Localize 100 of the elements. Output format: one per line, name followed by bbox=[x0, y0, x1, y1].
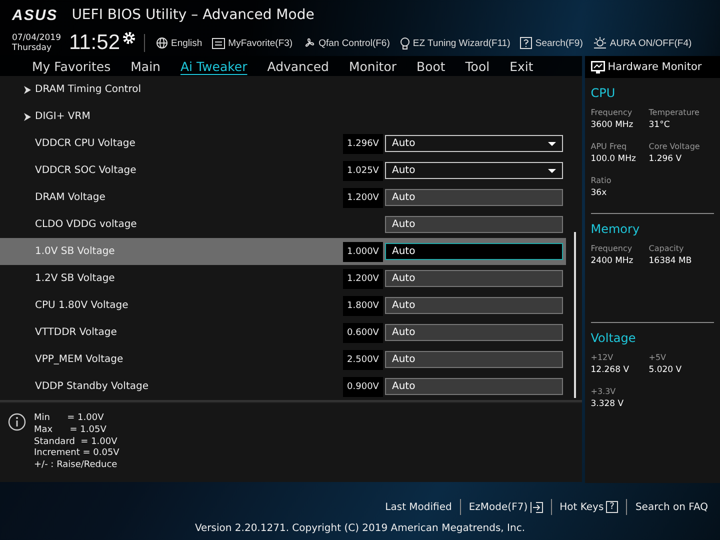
dropdown-field[interactable]: Auto bbox=[385, 135, 563, 152]
help-text: Standard = 1.00V bbox=[34, 436, 118, 448]
section-title: CPU bbox=[590, 86, 616, 100]
list-icon bbox=[212, 38, 226, 48]
window-title: UEFI BIOS Utility – Advanced Mode bbox=[72, 7, 314, 23]
info-icon bbox=[8, 413, 26, 431]
voltage-reading: 1.200V bbox=[343, 268, 383, 288]
toolbar-button[interactable]: MyFavorite(F3) bbox=[207, 38, 298, 48]
input-field[interactable]: Auto bbox=[385, 324, 563, 341]
caret-icon bbox=[548, 168, 556, 172]
metric-value: 5.020 V bbox=[648, 365, 683, 375]
section-title: Voltage bbox=[590, 331, 637, 345]
metric-label: Frequency bbox=[590, 108, 634, 117]
voltage-reading: 1.800V bbox=[343, 296, 383, 316]
chevron-icon bbox=[24, 112, 31, 120]
metric-value: 36x bbox=[590, 188, 608, 198]
toolbar-button[interactable]: English bbox=[151, 37, 208, 49]
input-field[interactable]: Auto bbox=[385, 216, 563, 233]
help-text: Min = 1.00V bbox=[34, 413, 104, 425]
menu-tab[interactable]: Tool bbox=[455, 56, 500, 76]
toolbar-button[interactable]: Qfan Control(F6) bbox=[298, 37, 395, 49]
input-field[interactable]: Auto bbox=[385, 189, 563, 206]
metric-value: 3.328 V bbox=[590, 399, 625, 409]
metric-value: 31°C bbox=[648, 120, 671, 130]
voltage-reading: 1.025V bbox=[343, 160, 383, 180]
toolbar-button[interactable]: EZ Tuning Wizard(F11) bbox=[394, 36, 516, 50]
setting-label: DRAM Voltage bbox=[35, 192, 106, 203]
globe-icon bbox=[156, 37, 168, 49]
metric-label: +5V bbox=[648, 353, 668, 362]
monitor-icon bbox=[590, 60, 605, 74]
input-field[interactable]: Auto bbox=[385, 243, 563, 260]
fan-icon bbox=[302, 37, 316, 49]
setting-label: VPP_MEM Voltage bbox=[35, 354, 124, 365]
clock-time: 11:52 bbox=[69, 31, 120, 55]
metric-label: Core Voltage bbox=[648, 142, 701, 151]
metric-label: APU Freq bbox=[590, 142, 628, 151]
menu-tab[interactable]: Boot bbox=[406, 56, 456, 76]
settings-icon[interactable] bbox=[122, 31, 136, 45]
date-text: 07/04/2019 bbox=[12, 33, 61, 43]
metric-value: 3600 MHz bbox=[590, 120, 634, 130]
menu-tab[interactable]: Ai Tweaker bbox=[170, 56, 258, 76]
metric-label: +12V bbox=[590, 353, 614, 362]
setting-label: 1.2V SB Voltage bbox=[35, 273, 116, 284]
metric-label: Capacity bbox=[648, 244, 685, 253]
metric-value: 16384 MB bbox=[648, 256, 693, 266]
day-text: Thursday bbox=[12, 43, 53, 53]
setting-label: VDDCR CPU Voltage bbox=[35, 138, 136, 149]
voltage-reading: 0.900V bbox=[343, 376, 383, 396]
setting-label: CPU 1.80V Voltage bbox=[35, 300, 130, 311]
metric-value: 1.296 V bbox=[648, 154, 683, 164]
panel-title: Hardware Monitor bbox=[608, 61, 702, 73]
footer-link[interactable]: EzMode(F7) bbox=[460, 502, 551, 512]
setting-label: VDDCR SOC Voltage bbox=[35, 165, 138, 176]
menu-tab[interactable]: Exit bbox=[500, 56, 544, 76]
brand-logo: ASUS bbox=[12, 6, 58, 24]
footer-link[interactable]: Hot Keys ? bbox=[552, 501, 626, 513]
metric-label: +3.3V bbox=[590, 387, 617, 396]
menu-tab[interactable]: Advanced bbox=[257, 56, 339, 76]
input-field[interactable]: Auto bbox=[385, 270, 563, 287]
footer-link[interactable]: Search on FAQ bbox=[627, 502, 716, 512]
metric-label: Frequency bbox=[590, 244, 634, 253]
voltage-reading: 1.296V bbox=[343, 134, 383, 154]
dropdown-field[interactable]: Auto bbox=[385, 162, 563, 179]
voltage-reading: 2.500V bbox=[343, 350, 383, 370]
highlighted-row[interactable]: 1.0V SB Voltage 1.000V Auto bbox=[0, 238, 566, 265]
setting-label: VTTDDR Voltage bbox=[35, 327, 118, 338]
scrollbar[interactable] bbox=[574, 232, 576, 398]
help-text: Increment = 0.05V bbox=[34, 448, 120, 460]
metric-label: Ratio bbox=[590, 176, 612, 185]
metric-value: 12.268 V bbox=[590, 365, 630, 375]
help-text: +/- : Raise/Reduce bbox=[34, 460, 118, 472]
submenu-item[interactable]: DRAM Timing Control bbox=[35, 84, 343, 95]
input-field[interactable]: Auto bbox=[385, 378, 563, 395]
help-text: Max = 1.05V bbox=[34, 424, 106, 437]
section-title: Memory bbox=[590, 222, 641, 236]
input-field[interactable]: Auto bbox=[385, 351, 563, 368]
caret-icon bbox=[548, 142, 556, 146]
menu-tab[interactable]: Main bbox=[120, 56, 170, 76]
menu-tab[interactable]: Monitor bbox=[338, 56, 407, 76]
lightbulb-icon bbox=[400, 36, 410, 50]
voltage-reading: 1.200V bbox=[343, 188, 383, 208]
input-field[interactable]: Auto bbox=[385, 297, 563, 314]
voltage-reading: 1.000V bbox=[343, 242, 383, 262]
setting-label: CLDO VDDG voltage bbox=[35, 219, 138, 230]
menu-tab[interactable]: My Favorites bbox=[22, 56, 121, 76]
toolbar-button[interactable]: Search(F9) bbox=[515, 37, 588, 49]
setting-label: 1.0V SB Voltage bbox=[35, 246, 116, 257]
submenu-item[interactable]: DIGI+ VRM bbox=[35, 111, 343, 122]
footer-link[interactable]: Last Modified bbox=[377, 502, 460, 512]
light-icon bbox=[592, 37, 607, 49]
exit-arrow-icon bbox=[530, 502, 543, 512]
question-icon bbox=[520, 37, 532, 49]
toolbar-button[interactable]: AURA ON/OFF(F4) bbox=[588, 37, 697, 49]
setting-label: VDDP Standby Voltage bbox=[35, 381, 150, 392]
voltage-reading: 0.600V bbox=[343, 322, 383, 342]
metric-label: Temperature bbox=[648, 108, 700, 117]
metric-value: 100.0 MHz bbox=[590, 154, 637, 164]
version-text: Version 2.20.1271. Copyright (C) 2019 American Megatrends, Inc. bbox=[194, 523, 526, 534]
metric-value: 2400 MHz bbox=[590, 256, 634, 266]
chevron-icon bbox=[24, 86, 31, 94]
